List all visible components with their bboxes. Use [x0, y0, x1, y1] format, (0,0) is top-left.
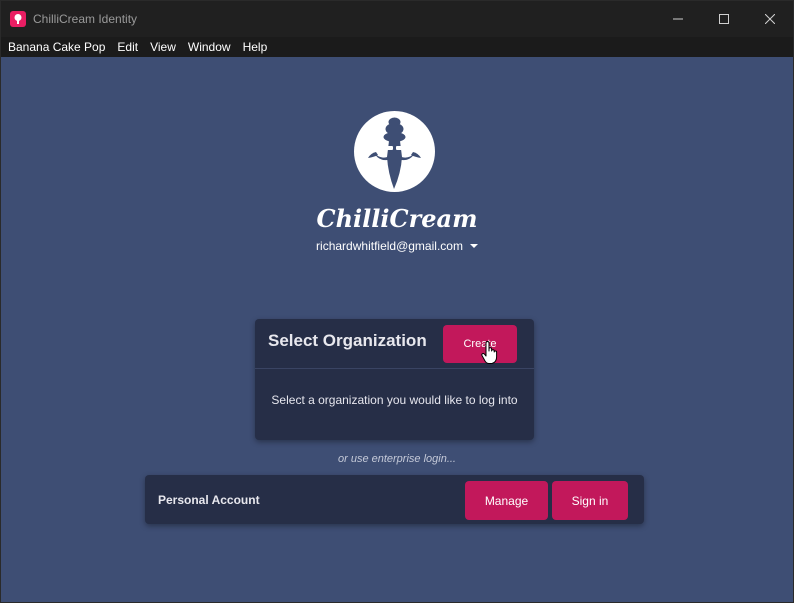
- window-controls: [655, 1, 793, 37]
- menu-banana-cake-pop[interactable]: Banana Cake Pop: [1, 40, 111, 54]
- chillicream-logo-icon: [354, 111, 435, 192]
- hand-cursor-icon: [481, 341, 498, 364]
- divider: [255, 368, 534, 369]
- organization-empty-message: Select a organization you would like to …: [271, 393, 518, 407]
- app-icon: [10, 11, 26, 27]
- menu-window[interactable]: Window: [182, 40, 237, 54]
- enterprise-login-text[interactable]: or use enterprise login...: [1, 453, 793, 465]
- account-selector[interactable]: richardwhitfield@gmail.com: [1, 239, 793, 253]
- brand-name: ChilliCream: [316, 204, 478, 233]
- personal-account-label: Personal Account: [158, 493, 260, 507]
- personal-account-card: Personal Account Manage Sign in: [145, 475, 644, 524]
- minimize-icon: [673, 18, 683, 20]
- menu-edit[interactable]: Edit: [111, 40, 144, 54]
- close-icon: [765, 14, 775, 24]
- account-email: richardwhitfield@gmail.com: [316, 239, 463, 253]
- organization-card: Select Organization Create Select a orga…: [255, 319, 534, 440]
- menu-help[interactable]: Help: [237, 40, 274, 54]
- organization-card-title: Select Organization: [268, 331, 427, 350]
- close-button[interactable]: [747, 1, 793, 37]
- caret-down-icon: [469, 244, 478, 248]
- title-bar: ChilliCream Identity: [1, 1, 793, 37]
- manage-button[interactable]: Manage: [465, 481, 548, 520]
- menu-bar: Banana Cake Pop Edit View Window Help: [1, 37, 793, 57]
- maximize-icon: [719, 14, 729, 24]
- sign-in-button[interactable]: Sign in: [552, 481, 628, 520]
- create-button[interactable]: Create: [443, 325, 517, 363]
- menu-view[interactable]: View: [144, 40, 182, 54]
- maximize-button[interactable]: [701, 1, 747, 37]
- window-title: ChilliCream Identity: [33, 12, 138, 26]
- minimize-button[interactable]: [655, 1, 701, 37]
- app-window: ChilliCream Identity Banana Cake Pop Edi…: [0, 0, 794, 603]
